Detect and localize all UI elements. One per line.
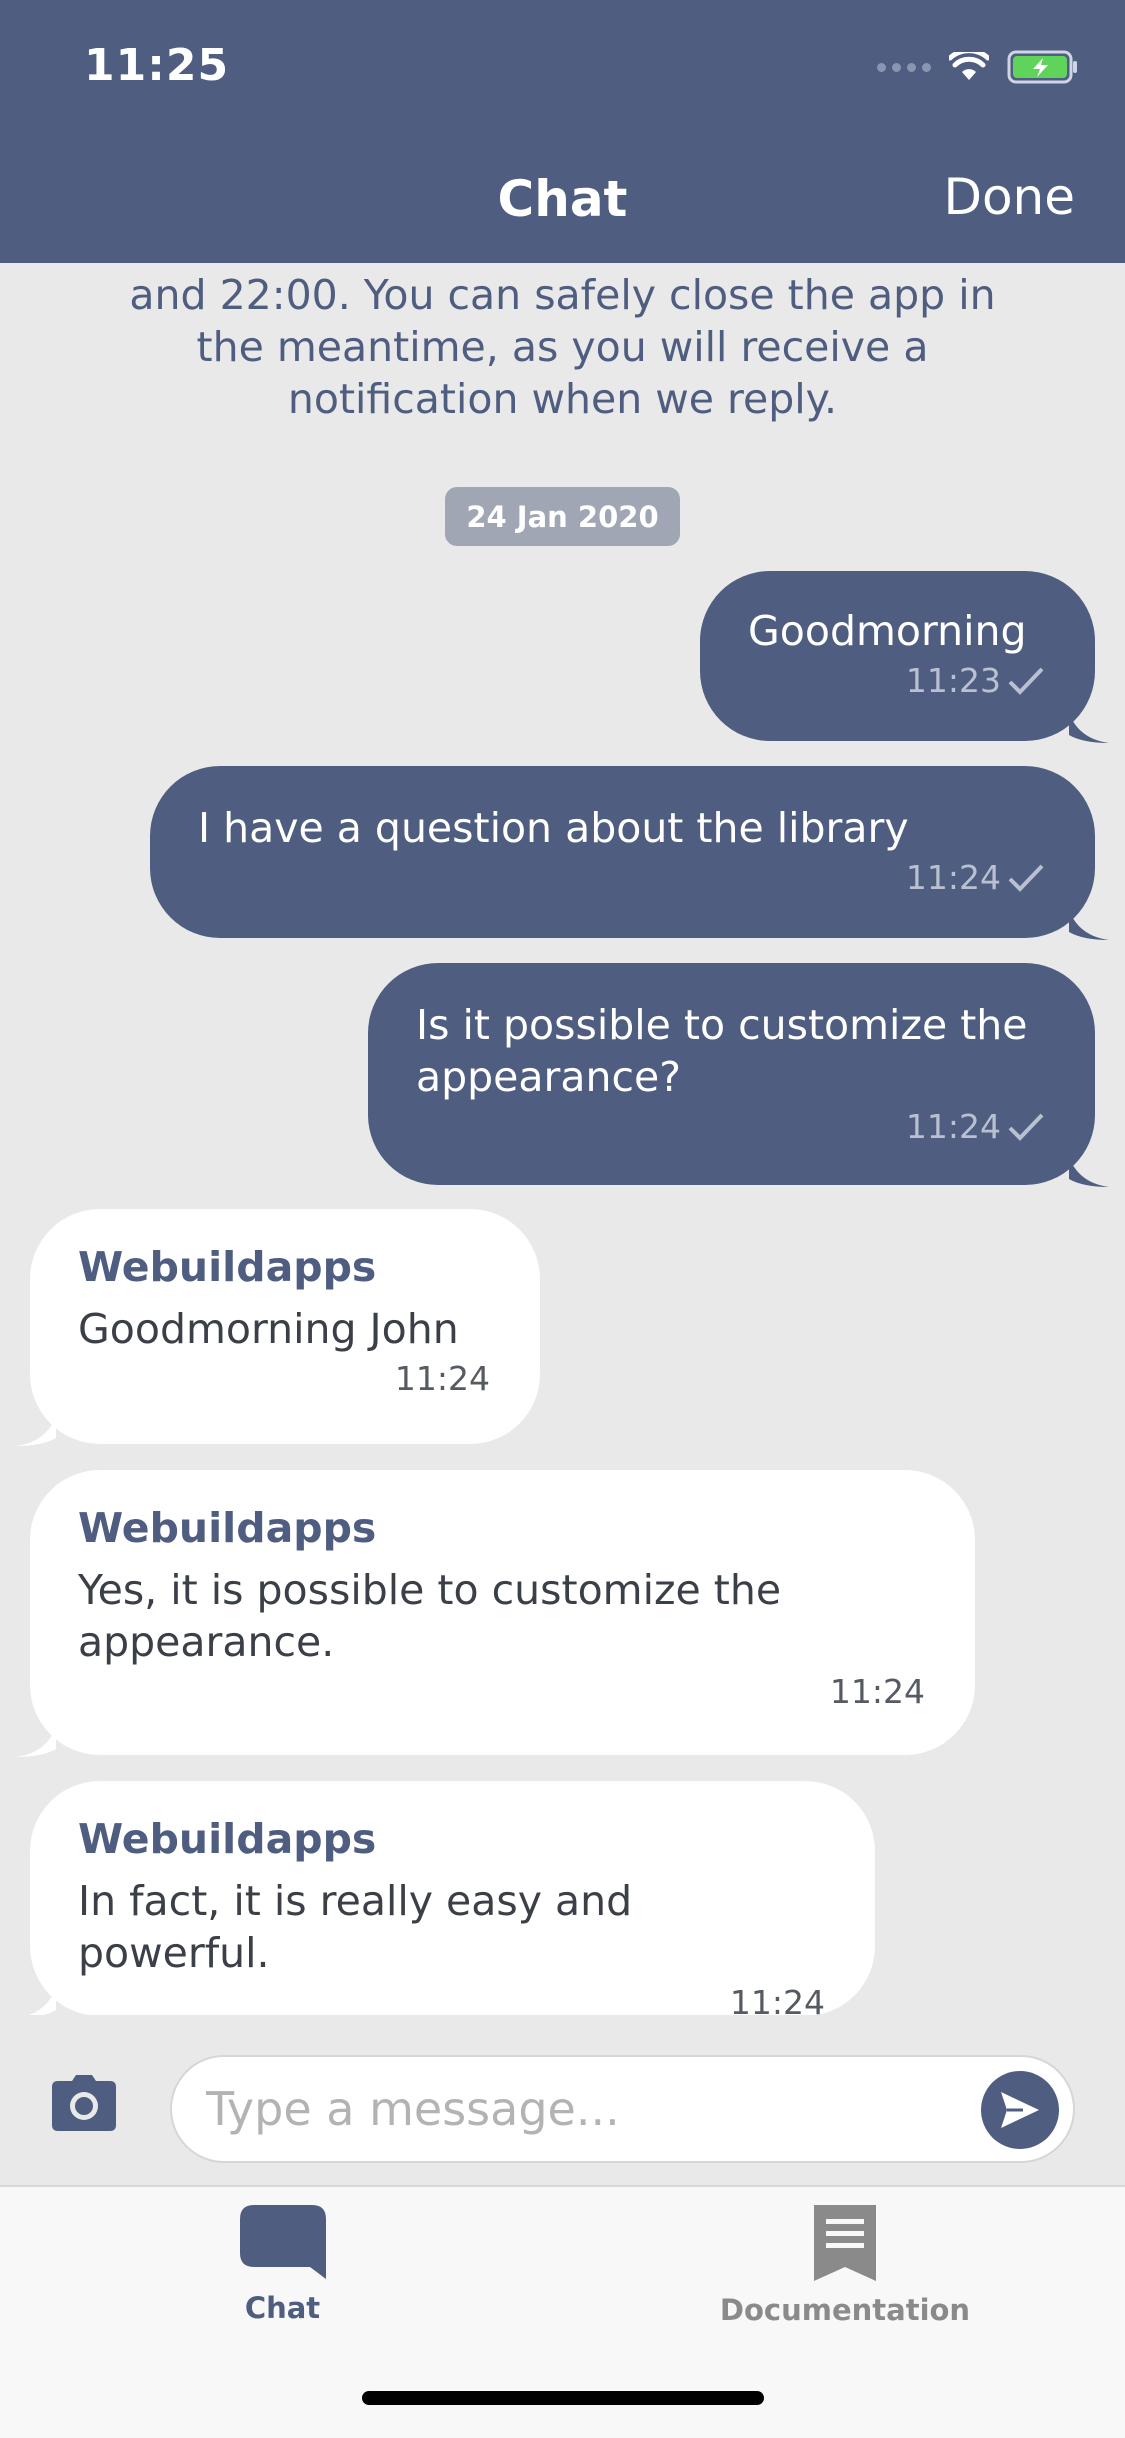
outgoing-message[interactable]: Goodmorning 11:23 — [700, 571, 1109, 743]
chat-thread[interactable]: and 22:00. You can safely close the app … — [0, 263, 1125, 2015]
message-text: Goodmorning John — [78, 1305, 459, 1353]
status-icons — [877, 50, 1079, 84]
incoming-message[interactable]: Webuildapps In fact, it is really easy a… — [28, 1781, 875, 2015]
home-indicator — [362, 2391, 764, 2405]
tab-label: Chat — [244, 2291, 321, 2325]
message-time: 11:23 — [905, 661, 1001, 700]
bubble-tail — [1069, 713, 1109, 743]
checkmark-icon — [1008, 864, 1044, 892]
message-composer — [0, 2015, 1125, 2185]
tab-bar: Chat Documentation — [0, 2185, 1125, 2438]
message-time: 11:24 — [905, 858, 1001, 897]
status-time: 11:25 — [84, 40, 230, 91]
message-time: 11:24 — [905, 1107, 1001, 1146]
send-icon — [1001, 2092, 1039, 2128]
message-text: I have a question about the library — [198, 804, 909, 852]
chat-bubble-icon — [239, 2205, 326, 2279]
bubble-tail — [16, 1727, 56, 1757]
outgoing-message[interactable]: Is it possible to customize the appearan… — [368, 963, 1109, 1187]
checkmark-icon — [1008, 1113, 1044, 1141]
message-input[interactable] — [170, 2055, 1075, 2163]
message-time: 11:24 — [729, 1983, 825, 2015]
cellular-signal-icon — [877, 62, 931, 72]
message-text: Is it possible to customize the appearan… — [416, 1001, 1028, 1101]
intro-message: and 22:00. You can safely close the app … — [129, 271, 996, 423]
incoming-message[interactable]: Webuildapps Goodmorning John 11:24 — [16, 1209, 540, 1446]
incoming-message[interactable]: Webuildapps Yes, it is possible to custo… — [16, 1470, 975, 1757]
bubble-tail — [16, 1416, 56, 1446]
message-time: 11:24 — [394, 1359, 490, 1398]
navigation-header: 11:25 Chat Done — [0, 0, 1125, 263]
camera-button[interactable] — [52, 2075, 116, 2131]
message-text: In fact, it is really easy and powerful. — [78, 1877, 633, 1977]
checkmark-icon — [1008, 667, 1044, 695]
message-sender: Webuildapps — [78, 1243, 377, 1291]
message-text: Goodmorning — [748, 607, 1027, 655]
done-button[interactable]: Done — [943, 168, 1075, 226]
tab-label: Documentation — [719, 2293, 971, 2327]
tab-chat[interactable]: Chat — [180, 2205, 385, 2325]
date-separator: 24 Jan 2020 — [445, 487, 680, 546]
battery-charging-icon — [1007, 50, 1077, 84]
outgoing-message[interactable]: I have a question about the library 11:2… — [150, 766, 1109, 940]
tab-documentation[interactable]: Documentation — [700, 2205, 990, 2327]
bubble-tail — [1069, 910, 1109, 940]
send-button[interactable] — [981, 2071, 1059, 2149]
camera-icon — [52, 2075, 116, 2131]
message-sender: Webuildapps — [78, 1504, 377, 1552]
bookmark-document-icon — [814, 2205, 876, 2281]
bubble-tail — [28, 1988, 56, 2015]
wifi-icon — [949, 52, 989, 80]
bubble-tail — [1069, 1157, 1109, 1187]
message-text: Yes, it is possible to customize the app… — [78, 1566, 782, 1666]
message-time: 11:24 — [829, 1672, 925, 1711]
message-sender: Webuildapps — [78, 1815, 377, 1863]
